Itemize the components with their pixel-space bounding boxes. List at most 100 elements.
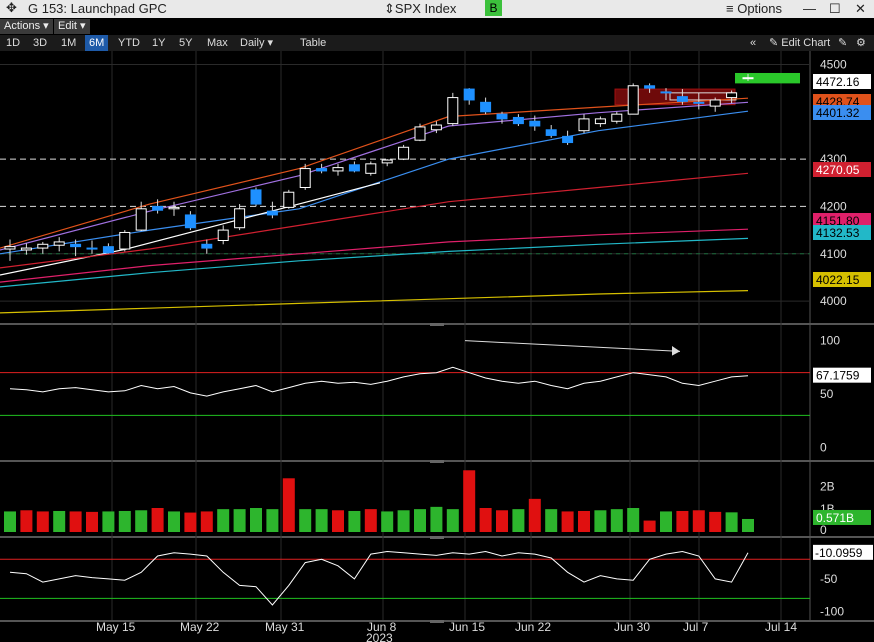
candle-body	[184, 214, 196, 229]
candle-body	[676, 96, 688, 102]
volume-bar	[692, 510, 705, 532]
volume-bar	[430, 506, 443, 532]
rsi-panel	[0, 327, 874, 460]
volume-bar	[250, 508, 262, 532]
volume-bar	[135, 510, 148, 532]
oscillator-panel-resize-handle	[430, 620, 444, 623]
candle-body	[594, 118, 606, 125]
candle-body	[102, 246, 114, 254]
volume-bar	[299, 509, 312, 532]
candle-body	[152, 205, 164, 211]
volume-bar	[512, 509, 525, 532]
volume-bar	[348, 510, 361, 532]
volume-bar	[53, 510, 66, 532]
volume-bar	[742, 518, 754, 532]
volume-bar	[414, 509, 426, 532]
osc-last-label: -10.0959	[815, 546, 863, 560]
volume-bar	[102, 511, 115, 532]
chart-area[interactable]: 400041004200430045004472.164428.744401.3…	[0, 0, 874, 642]
volume-bar	[364, 509, 377, 532]
volume-bar	[594, 510, 607, 532]
volume-bar	[627, 508, 640, 532]
candle-body	[299, 168, 311, 188]
candle-body	[644, 85, 656, 89]
x-axis-label: May 22	[180, 620, 220, 634]
candle-body	[578, 118, 590, 132]
volume-bar	[266, 509, 279, 532]
volume-bar	[479, 508, 492, 532]
candle-body	[742, 77, 754, 80]
osc-tick-label: -50	[820, 572, 838, 586]
volume-bar	[282, 478, 295, 532]
candle-body	[414, 126, 426, 141]
last-value-label: 4270.05	[816, 163, 860, 177]
candle-body	[512, 116, 524, 125]
x-axis-label: May 31	[265, 620, 305, 634]
volume-tick-label: 0	[820, 523, 827, 537]
volume-bar	[200, 511, 213, 532]
x-axis-label: Jun 22	[515, 620, 551, 634]
rsi-tick-label: 50	[820, 387, 834, 401]
candle-body	[4, 246, 16, 250]
x-axis-label: Jul 7	[683, 620, 709, 634]
candle-body	[201, 243, 213, 249]
candle-body	[283, 191, 295, 208]
volume-bar	[86, 511, 98, 532]
x-axis-label: May 15	[96, 620, 136, 634]
price-panel	[0, 51, 874, 323]
x-axis-label: Jun 30	[614, 620, 650, 634]
volume-bar	[118, 510, 131, 532]
rsi-tick-label: 0	[820, 440, 827, 454]
volume-bar	[332, 510, 344, 532]
volume-panel-resize-handle	[430, 536, 444, 539]
candle-body	[119, 231, 131, 250]
volume-bar	[545, 509, 558, 532]
candle-body	[266, 210, 278, 216]
volume-bar	[36, 511, 49, 532]
price-tick-label: 4000	[820, 294, 847, 308]
volume-bar	[217, 509, 230, 532]
candle-body	[332, 167, 344, 172]
candle-body	[250, 189, 262, 205]
volume-bar	[315, 509, 328, 532]
volume-bar	[4, 511, 16, 532]
candle-body	[709, 99, 721, 107]
volume-bar	[381, 511, 394, 532]
year-label: 2023	[366, 631, 393, 642]
last-value-label: 4401.32	[816, 106, 860, 120]
volume-bar	[446, 509, 459, 532]
volume-bar	[709, 511, 722, 532]
volume-bar	[676, 510, 689, 532]
candle-body	[660, 91, 672, 94]
candle-body	[234, 208, 246, 229]
candle-body	[545, 129, 557, 136]
price-tick-label: 4200	[820, 199, 847, 213]
volume-bar	[528, 498, 541, 532]
candle-body	[348, 164, 360, 172]
candle-body	[726, 92, 738, 99]
oscillator-panel	[0, 540, 874, 620]
x-axis-label: Jul 14	[765, 620, 797, 634]
volume-bar	[643, 520, 656, 532]
candle-body	[463, 88, 475, 101]
candle-body	[20, 247, 32, 251]
candle-body	[480, 101, 492, 113]
volume-tick-label: 2B	[820, 479, 835, 493]
candle-body	[365, 163, 377, 174]
candle-body	[70, 243, 82, 248]
candle-body	[398, 146, 410, 160]
price-tick-label: 4500	[820, 57, 847, 71]
candle-body	[53, 241, 65, 246]
rsi-tick-label: 100	[820, 334, 840, 348]
candle-body	[447, 97, 459, 125]
price-tick-label: 4100	[820, 247, 847, 261]
volume-bar	[463, 470, 476, 532]
volume-bar	[561, 511, 574, 532]
last-value-label: 4022.15	[816, 273, 860, 287]
candle-body	[627, 85, 639, 115]
candle-body	[611, 113, 623, 122]
volume-last-label: 0.571B	[816, 511, 854, 525]
volume-bar	[397, 510, 410, 532]
last-value-label: 4132.53	[816, 226, 860, 240]
candle-body	[86, 247, 98, 250]
